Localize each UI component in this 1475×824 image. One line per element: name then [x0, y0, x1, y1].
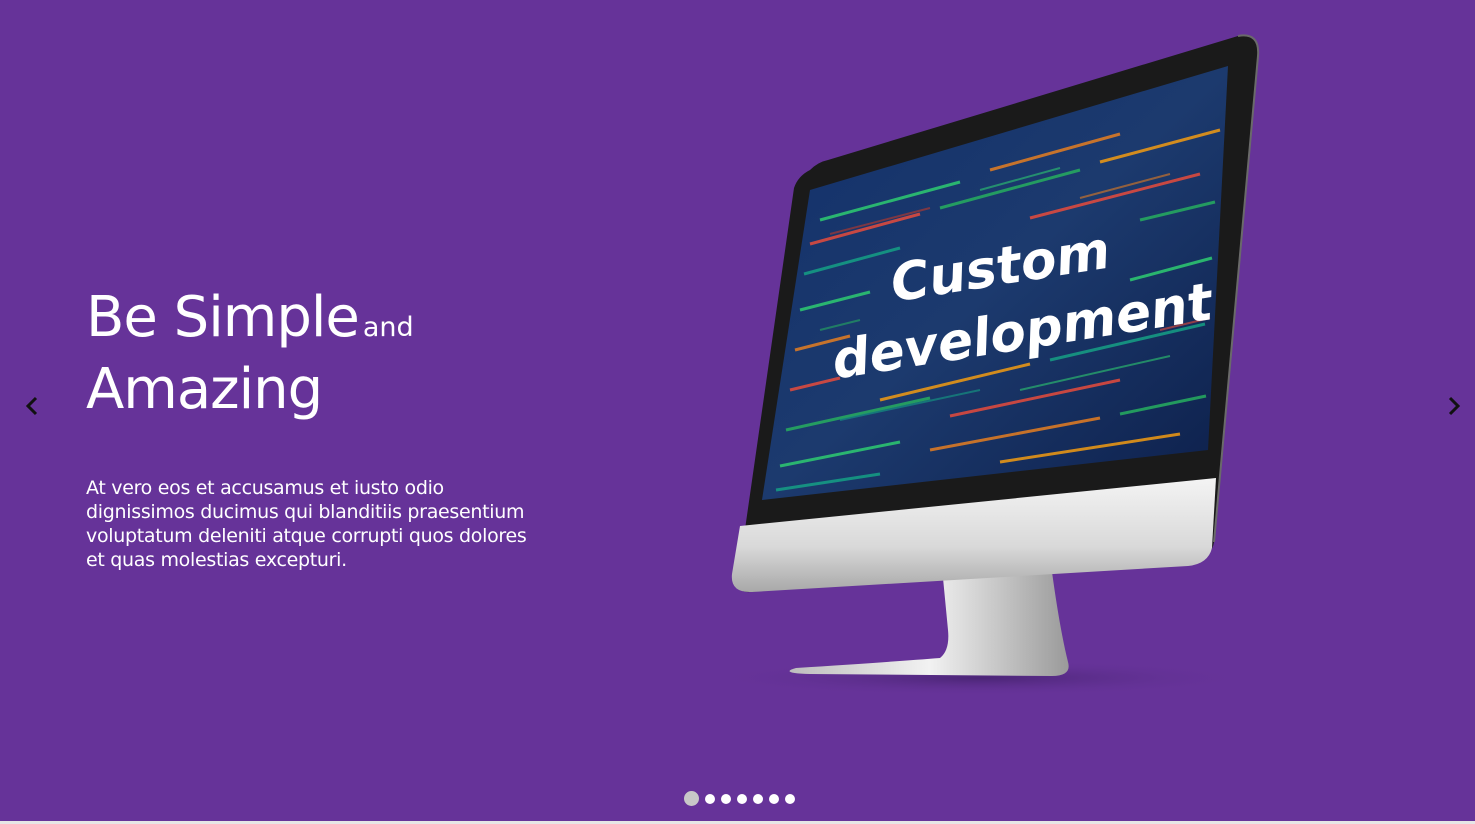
pagination-dot-7[interactable]: [785, 793, 795, 804]
headline-main: Be Simple: [86, 285, 360, 350]
pagination-dot-1[interactable]: [684, 791, 699, 806]
slide-headline: Be Simple and Amazing: [86, 282, 414, 426]
pagination-dot-3[interactable]: [721, 793, 731, 804]
headline-connector: and: [362, 312, 414, 343]
pagination-dot-6[interactable]: [769, 793, 779, 804]
pagination-dot-4[interactable]: [737, 793, 747, 804]
headline-second-line: Amazing: [86, 357, 323, 422]
hero-slider: Be Simple and Amazing At vero eos et accu…: [0, 0, 1475, 821]
pagination-dot-2[interactable]: [705, 793, 715, 804]
chevron-right-icon: [1448, 396, 1461, 416]
chevron-left-icon: [25, 396, 38, 416]
imac-illustration: Custom development: [710, 34, 1260, 696]
pagination-dot-5[interactable]: [753, 793, 763, 804]
slide-pagination: [684, 791, 795, 806]
previous-slide-button[interactable]: [18, 392, 46, 420]
next-slide-button[interactable]: [1440, 392, 1468, 420]
slide-description: At vero eos et accusamus et iusto odio d…: [86, 477, 527, 571]
